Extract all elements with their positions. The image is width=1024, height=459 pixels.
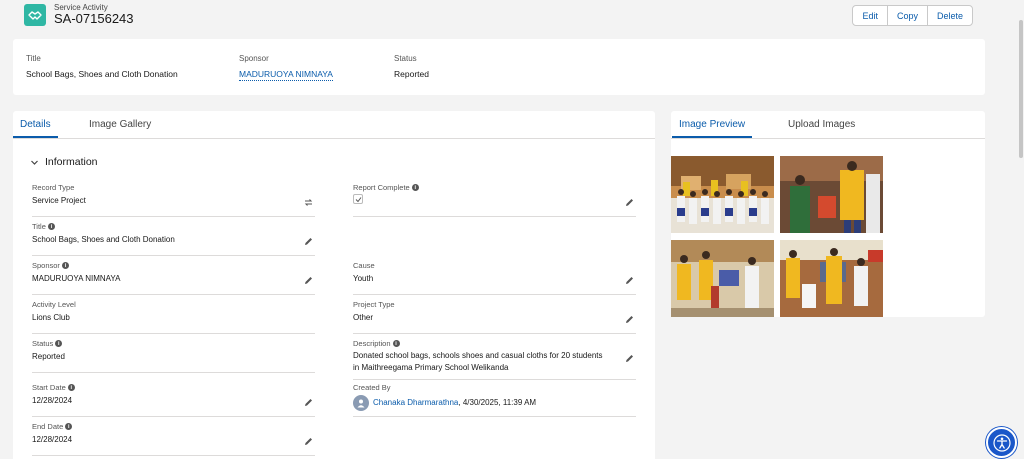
field-sponsor: Sponsor i MADURUOYA NIMNAYA — [32, 259, 315, 295]
field-label: End Date i — [32, 422, 73, 431]
field-value: Lions Club — [32, 313, 70, 322]
field-label-text: Start Date — [32, 383, 66, 392]
record-actions: Edit Copy Delete — [852, 5, 973, 26]
details-tabs: Details Image Gallery — [13, 111, 655, 139]
information-section-toggle[interactable]: Information — [30, 156, 98, 168]
info-icon[interactable]: i — [55, 340, 63, 347]
created-by-user-link[interactable]: Chanaka Dharmarathna — [373, 398, 458, 407]
image-panel: Image Preview Upload Images — [671, 111, 985, 317]
field-label: Record Type — [32, 183, 75, 192]
info-icon[interactable]: i — [61, 262, 69, 269]
field-report-complete: Report Complete i — [353, 181, 636, 217]
info-icon[interactable]: i — [67, 384, 75, 391]
field-value: School Bags, Shoes and Cloth Donation — [32, 235, 175, 244]
chevron-down-icon — [30, 158, 39, 167]
field-label: Status i — [32, 339, 63, 348]
tab-details[interactable]: Details — [13, 119, 58, 138]
pencil-icon[interactable] — [625, 198, 634, 207]
field-label: Project Type — [353, 300, 395, 309]
field-label-text: Description — [353, 339, 391, 348]
pencil-icon[interactable] — [304, 437, 313, 446]
field-value: Youth — [353, 274, 374, 283]
copy-button[interactable]: Copy — [886, 6, 927, 25]
record-name: SA-07156243 — [54, 11, 134, 26]
report-complete-checkbox — [353, 194, 363, 204]
delete-button[interactable]: Delete — [926, 6, 972, 25]
field-label-text: End Date — [32, 422, 64, 431]
highlight-title-label: Title — [26, 54, 41, 63]
image-tabs: Image Preview Upload Images — [671, 111, 985, 139]
field-label: Title i — [32, 222, 55, 231]
photo-thumbnail[interactable] — [780, 240, 883, 317]
tab-image-gallery[interactable]: Image Gallery — [89, 119, 151, 130]
created-date: , 4/30/2025, 11:39 AM — [458, 398, 537, 408]
highlight-status: Status Reported — [394, 54, 429, 79]
info-icon[interactable]: i — [392, 340, 400, 347]
pencil-icon[interactable] — [625, 315, 634, 324]
field-status: Status i Reported — [32, 337, 315, 373]
pencil-icon[interactable] — [625, 276, 634, 285]
field-value: 12/28/2024 — [32, 396, 73, 405]
field-record-type: Record Type Service Project — [32, 181, 315, 217]
field-label-text: Report Complete — [353, 183, 410, 192]
section-title: Information — [45, 156, 98, 168]
photo-thumbnail[interactable] — [671, 240, 774, 317]
field-label: Activity Level — [32, 300, 76, 309]
pencil-icon[interactable] — [304, 237, 313, 246]
field-title: Title i School Bags, Shoes and Cloth Dona… — [32, 220, 315, 256]
info-icon[interactable]: i — [47, 223, 55, 230]
info-icon[interactable]: i — [411, 184, 419, 191]
pencil-icon[interactable] — [304, 276, 313, 285]
sponsor-link[interactable]: MADURUOYA NIMNAYA — [32, 274, 120, 283]
field-value: Donated school bags, schools shoes and c… — [353, 351, 603, 372]
field-created-by: Created By Chanaka Dharmarathna, 4/30/20… — [353, 381, 636, 417]
highlight-sponsor-label: Sponsor — [239, 54, 269, 63]
field-value: Chanaka Dharmarathna, 4/30/2025, 11:39 A… — [353, 395, 536, 411]
highlight-title: Title School Bags, Shoes and Cloth Donat… — [26, 54, 178, 79]
handshake-icon — [24, 4, 46, 26]
tab-upload-images[interactable]: Upload Images — [788, 119, 855, 130]
details-panel: Details Image Gallery Information Record… — [13, 111, 655, 459]
field-label: Cause — [353, 261, 375, 270]
field-activity-level: Activity Level Lions Club — [32, 298, 315, 334]
photo-thumbnail[interactable] — [671, 156, 774, 233]
field-project-type: Project Type Other — [353, 298, 636, 334]
highlight-title-value: School Bags, Shoes and Cloth Donation — [26, 69, 178, 79]
pencil-icon[interactable] — [304, 398, 313, 407]
field-label-text: Title — [32, 222, 46, 231]
field-cause: Cause Youth — [353, 259, 636, 295]
highlight-sponsor-link[interactable]: MADURUOYA NIMNAYA — [239, 69, 333, 81]
change-record-type-icon[interactable] — [304, 198, 313, 207]
page-header: Service Activity SA-07156243 Edit Copy D… — [13, 0, 985, 32]
field-end-date: End Date i 12/28/2024 — [32, 420, 315, 456]
tab-image-preview[interactable]: Image Preview — [671, 119, 753, 138]
highlight-sponsor: Sponsor MADURUOYA NIMNAYA — [239, 54, 333, 81]
field-label: Created By — [353, 383, 391, 392]
info-icon[interactable]: i — [65, 423, 73, 430]
avatar — [353, 395, 369, 411]
highlight-status-label: Status — [394, 54, 417, 63]
accessibility-icon — [992, 433, 1011, 452]
field-label-text: Status — [32, 339, 54, 348]
field-label: Start Date i — [32, 383, 75, 392]
highlight-status-value: Reported — [394, 69, 429, 79]
field-value: Other — [353, 313, 374, 322]
highlights-panel: Title School Bags, Shoes and Cloth Donat… — [13, 39, 985, 95]
page-scrollbar[interactable] — [1019, 20, 1023, 158]
field-start-date: Start Date i 12/28/2024 — [32, 381, 315, 417]
field-value: Reported — [32, 352, 65, 361]
edit-button[interactable]: Edit — [853, 6, 887, 25]
field-label: Description i — [353, 339, 400, 348]
pencil-icon[interactable] — [625, 354, 634, 363]
accessibility-button[interactable] — [986, 427, 1017, 458]
field-value: 12/28/2024 — [32, 435, 73, 444]
field-label: Sponsor i — [32, 261, 69, 270]
field-label-text: Sponsor — [32, 261, 60, 270]
photo-thumbnail[interactable] — [780, 156, 883, 233]
field-value: Service Project — [32, 196, 86, 205]
field-description: Description i Donated school bags, school… — [353, 337, 636, 380]
field-label: Report Complete i — [353, 183, 419, 192]
